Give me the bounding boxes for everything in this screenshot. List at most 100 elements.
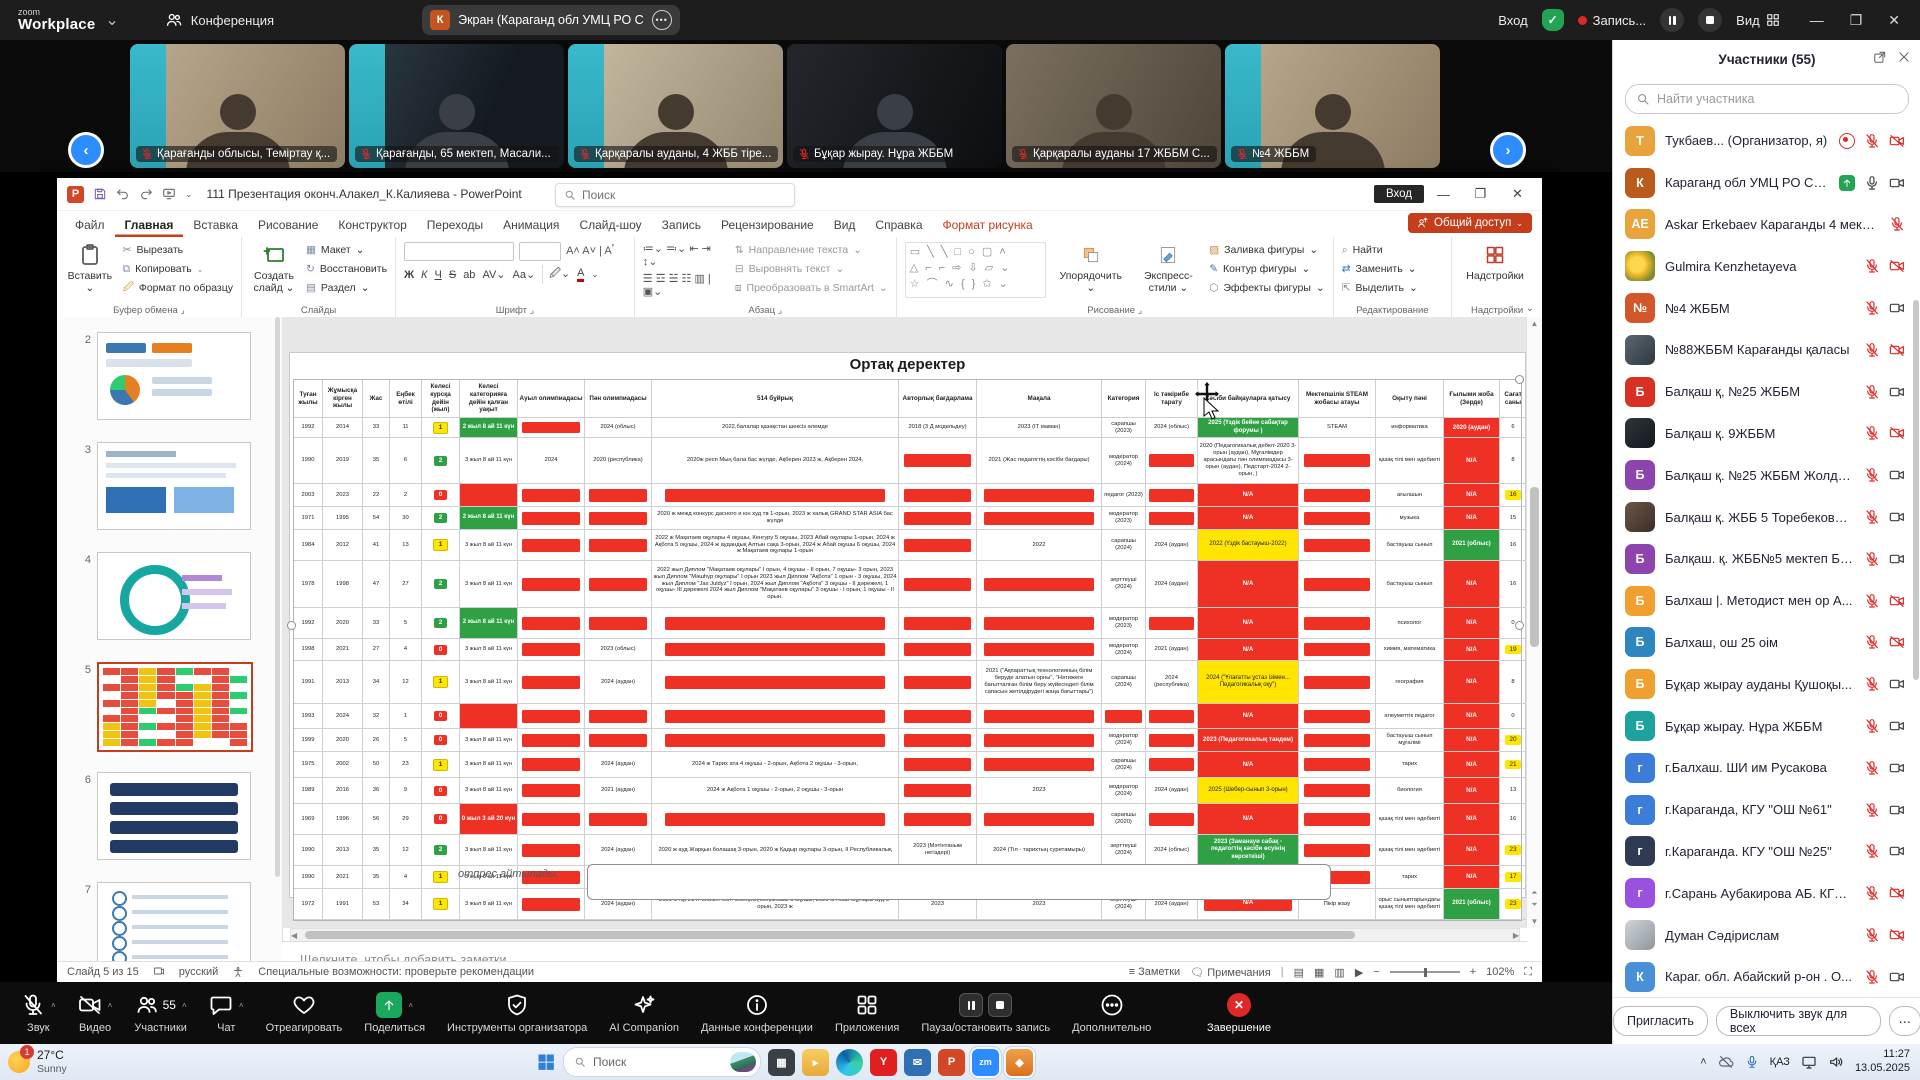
taskbar-app-task-view[interactable]: ▦ (768, 1049, 795, 1076)
participant-row[interactable]: ББұқар жырау ауданы Қушоқы... (1613, 663, 1915, 705)
ribbon-tab-Справка[interactable]: Справка (865, 215, 932, 237)
quick-styles-button[interactable]: Экспресс-стили ⌄ (1136, 242, 1202, 294)
selection-handle[interactable] (1515, 621, 1524, 630)
tab-conference[interactable]: Конференция (165, 11, 274, 29)
new-slide-button[interactable]: Создать слайд ⌄ (250, 242, 298, 294)
participant-row[interactable]: гг.Сарань Аубакирова АБ. КГУ ... (1613, 872, 1915, 914)
minimize-button[interactable]: — (1810, 12, 1824, 29)
weather-widget[interactable]: 1 27°C Sunny (8, 1049, 67, 1075)
participant-row[interactable]: ББалқаш. қ. ЖББ№5 мектеп Ба... (1613, 538, 1915, 580)
maximize-button[interactable]: ❐ (1850, 12, 1863, 29)
participant-row[interactable]: Gulmira Kenzhetayeva (1613, 245, 1915, 287)
display-settings-icon[interactable] (153, 966, 165, 978)
callout-text-box[interactable] (587, 864, 1331, 900)
accessibility-status[interactable]: Специальные возможности: проверьте реком… (258, 966, 534, 978)
slide-thumbnail-3[interactable]: 3 (57, 442, 282, 534)
participant-row[interactable]: гг.Балхаш. ШИ им Русакова (1613, 747, 1915, 789)
fit-slide-icon[interactable]: ⛶ (1524, 966, 1532, 979)
smartart-button[interactable]: ⧈Преобразовать в SmartArt ⌄ (735, 280, 888, 296)
slide-thumbnail-2[interactable]: 2 (57, 332, 282, 424)
arrange-button[interactable]: Упорядочить ⌄ (1054, 242, 1128, 294)
stop-icon[interactable] (988, 993, 1012, 1017)
toolbar-people-button[interactable]: 55˄Участники (123, 982, 198, 1044)
speaker-icon[interactable] (1828, 1054, 1844, 1070)
mic-tray-icon[interactable] (1745, 1055, 1759, 1069)
toolbar-mic-off-button[interactable]: ˄Звук (10, 982, 67, 1044)
toolbar-recctl-button[interactable]: Пауза/остановить запись (910, 982, 1061, 1044)
view-reading-icon[interactable]: ▥ (1334, 966, 1344, 979)
addins-button[interactable]: Надстройки (1460, 242, 1530, 282)
keyboard-language[interactable]: ҚАЗ (1770, 1056, 1790, 1068)
close-panel-icon[interactable] (1897, 50, 1911, 64)
participant-row[interactable]: ККараганд обл УМЦ РО Су... (1613, 162, 1915, 204)
onedrive-icon[interactable] (1718, 1054, 1734, 1070)
toolbar-share-button[interactable]: ˄Поделиться (353, 982, 436, 1044)
zoom-in-button[interactable]: + (1470, 966, 1476, 978)
language-indicator[interactable]: русский (179, 966, 218, 978)
text-direction-button[interactable]: ⇅Направление текста ⌄ (735, 242, 888, 258)
participants-scrollbar[interactable] (1913, 300, 1919, 680)
participant-row[interactable]: ББұқар жырау. Нұра ЖББМ (1613, 705, 1915, 747)
participant-row[interactable]: №№4 ЖББМ (1613, 287, 1915, 329)
shapes-gallery[interactable]: ▭ ╲ ╲ □ ○ ▢ ˄△ ⌐ ⌐ ⇨ ⇩ ▱ ⌄☆ ⌒ ∿ { } ✩ ⌄ (905, 242, 1046, 298)
strike-button[interactable]: S (449, 269, 456, 281)
ribbon-tab-Формат рисунка[interactable]: Формат рисунка (933, 215, 1043, 237)
sign-in-link[interactable]: Вход (1498, 13, 1527, 28)
security-shield-icon[interactable]: ✓ (1542, 9, 1564, 31)
section-button[interactable]: ▤Раздел ⌄ (306, 280, 387, 296)
invite-button[interactable]: Пригласить (1613, 1006, 1708, 1036)
pause-recording-button[interactable] (1660, 8, 1684, 32)
tab-shared-screen[interactable]: К Экран (Караганд обл УМЦ РО С ••• (422, 5, 680, 35)
ribbon-tab-Запись[interactable]: Запись (652, 215, 711, 237)
italic-button[interactable]: К (421, 269, 427, 281)
qat-customize-icon[interactable]: ⌄ (185, 189, 193, 200)
cut-button[interactable]: ✂Вырезать (123, 242, 233, 258)
slide-thumbnail-4[interactable]: 4 (57, 552, 282, 644)
ppt-minimize-button[interactable]: — (1425, 178, 1462, 210)
participant-row[interactable]: ТТукбаев... (Организатор, я) (1613, 120, 1915, 162)
taskbar-app-edge[interactable] (836, 1049, 863, 1076)
ribbon-tab-Переходы[interactable]: Переходы (417, 215, 493, 237)
pause-icon[interactable] (959, 993, 983, 1017)
zoom-level[interactable]: 102% (1486, 966, 1514, 978)
taskbar-search-input[interactable]: Поиск (563, 1047, 761, 1077)
office-sign-in-button[interactable]: Вход (1374, 185, 1424, 203)
slide-canvas[interactable]: Ортақ деректер Туған жылыЖұмысқа кірген … (290, 353, 1525, 897)
video-tile[interactable]: Қарқаралы ауданы, 4 ЖББ тіре... (568, 44, 783, 168)
share-access-button[interactable]: Общий доступ⌄ (1408, 213, 1532, 233)
selection-handle[interactable] (287, 621, 296, 630)
undo-icon[interactable] (116, 187, 130, 201)
more-options-button[interactable]: ⋯ (1889, 1006, 1920, 1036)
ribbon-tab-Вставка[interactable]: Вставка (183, 215, 248, 237)
toolbar-heart-button[interactable]: Отреагировать (255, 982, 354, 1044)
video-tile[interactable]: Қарқаралы ауданы 17 ЖББМ С... (1006, 44, 1221, 168)
participant-row[interactable]: гг.Караганда, КГУ "ОШ №61" (1613, 789, 1915, 831)
font-color-button[interactable]: А (577, 267, 584, 282)
toolbar-end-button[interactable]: ✕Завершение (1196, 982, 1282, 1044)
chevron-up-icon[interactable]: ˄ (108, 1001, 113, 1010)
taskbar-app-powerpoint[interactable]: P (938, 1049, 965, 1076)
zoom-out-button[interactable]: − (1373, 966, 1379, 978)
slide-thumbnail-5[interactable]: 5 (57, 662, 282, 754)
taskbar-app-yandex[interactable]: Y (870, 1049, 897, 1076)
video-tile[interactable]: Қарағанды, 65 мектеп, Масали... (349, 44, 564, 168)
taskbar-app-file-explorer[interactable]: ▸ (802, 1049, 829, 1076)
horizontal-scrollbar[interactable]: ◀▶ (290, 928, 1520, 942)
notes-button[interactable]: ≡ Заметки (1129, 966, 1181, 978)
reset-button[interactable]: ↻Восстановить (306, 261, 387, 277)
toolbar-sparkle-button[interactable]: AI Companion (598, 982, 690, 1044)
toolbar-more-button[interactable]: Дополнительно (1061, 982, 1162, 1044)
replace-button[interactable]: ⇄Заменить ⌄ (1342, 261, 1418, 277)
participant-row[interactable]: ББалқаш қ. №25 ЖББМ Жолда... (1613, 454, 1915, 496)
shape-fill-button[interactable]: ▨Заливка фигуры ⌄ (1209, 242, 1325, 258)
paste-button[interactable]: Вставить⌄ (65, 242, 115, 294)
view-normal-icon[interactable]: ▤ (1294, 966, 1304, 979)
copy-button[interactable]: ⧉Копировать⌄ (123, 261, 233, 277)
ppt-maximize-button[interactable]: ❐ (1462, 178, 1499, 210)
shape-outline-button[interactable]: ✎Контур фигуры ⌄ (1209, 261, 1325, 277)
toolbar-chat-button[interactable]: ˄Чат (198, 982, 255, 1044)
close-button[interactable]: ✕ (1888, 12, 1900, 29)
data-table[interactable]: Туған жылыЖұмысқа кірген жылыЖасЕңбек өт… (293, 379, 1522, 921)
popout-icon[interactable] (1873, 50, 1887, 64)
participant-row[interactable]: гг.Караганда. КГУ "ОШ №25" (1613, 831, 1915, 873)
